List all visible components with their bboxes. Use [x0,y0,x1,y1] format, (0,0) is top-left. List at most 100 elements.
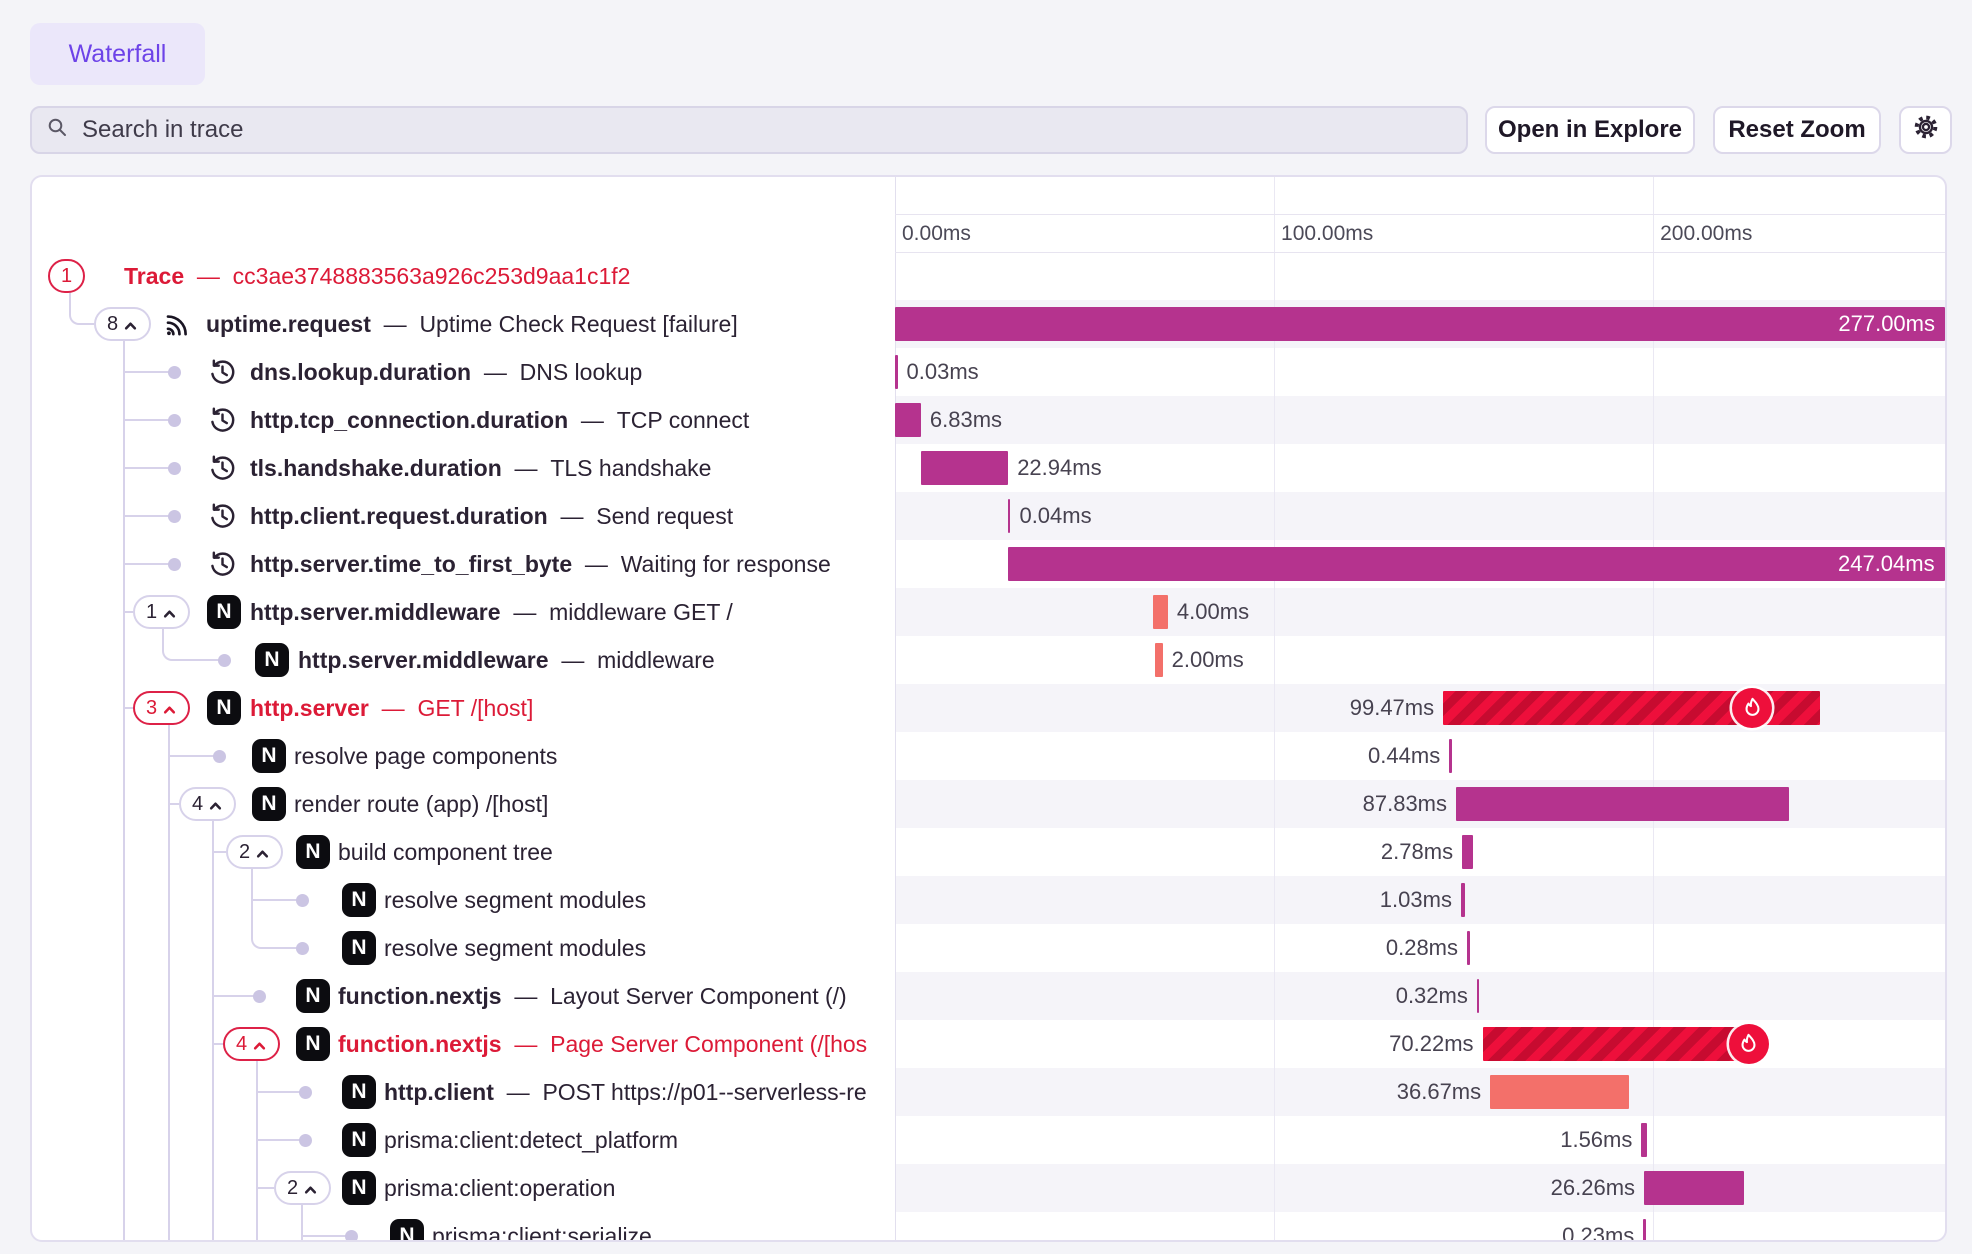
span-row-left[interactable]: Nhttp.server.middleware — middleware [32,636,908,684]
span-duration-bar[interactable] [1449,739,1452,773]
span-duration-bar[interactable] [1490,1075,1629,1109]
children-count-badge[interactable]: 1 [133,595,190,629]
profile-flame-icon[interactable] [1729,1024,1769,1064]
nextjs-icon: N [252,787,286,821]
children-count-badge[interactable]: 2 [226,835,283,869]
span-duration-bar[interactable]: 247.04ms [1008,547,1944,581]
span-row-left[interactable]: 4 Nfunction.nextjs — Page Server Compone… [32,1020,908,1068]
children-count-badge[interactable]: 4 [223,1027,280,1061]
span-title: resolve segment modules [384,876,646,924]
span-title: uptime.request — Uptime Check Request [f… [206,300,738,348]
span-row-left[interactable]: 2 Nprisma:client:operation [32,1164,908,1212]
span-row-left[interactable]: 1 Nhttp.server.middleware — middleware G… [32,588,908,636]
time-axis-tick-label: 0.00ms [902,217,971,251]
children-count: 3 [146,697,157,720]
span-row-left[interactable]: Nresolve page components [32,732,908,780]
span-duration-bar[interactable] [1641,1123,1647,1157]
span-duration-bar[interactable] [1644,1171,1744,1205]
span-duration-bar[interactable] [1462,835,1473,869]
duration-label: 26.26ms [1551,1164,1635,1212]
duration-label: 36.67ms [1397,1068,1481,1116]
clock-icon [207,549,238,585]
duration-label: 87.83ms [1363,780,1447,828]
duration-label: 70.22ms [1389,1020,1473,1068]
chevron-up-icon [208,798,223,813]
nextjs-icon: N [342,1123,376,1157]
span-duration-bar[interactable] [1467,931,1470,965]
tab-waterfall-label: Waterfall [69,40,167,69]
nextjs-icon: N [296,979,330,1013]
span-title: build component tree [338,828,553,876]
span-row-left[interactable]: dns.lookup.duration — DNS lookup [32,348,908,396]
span-row-left[interactable]: 4 Nrender route (app) /[host] [32,780,908,828]
row-alt-background [895,588,1945,636]
span-row-left[interactable]: Nprisma:client:detect_platform [32,1116,908,1164]
search-input[interactable] [80,115,1452,145]
span-duration-bar[interactable] [1643,1219,1646,1242]
span-row-left[interactable]: http.tcp_connection.duration — TCP conne… [32,396,908,444]
span-duration-bar[interactable] [1155,643,1163,677]
children-count-badge[interactable]: 2 [274,1171,331,1205]
span-duration-bar[interactable] [1483,1027,1749,1061]
span-title: prisma:client:operation [384,1164,615,1212]
header-divider-line [895,214,1945,215]
chevron-up-icon [303,1182,318,1197]
span-title: resolve segment modules [384,924,646,972]
span-row-left[interactable]: http.client.request.duration — Send requ… [32,492,908,540]
children-count: 1 [146,601,157,624]
nextjs-icon: N [296,835,330,869]
settings-button[interactable] [1899,106,1952,154]
span-duration-bar[interactable] [1461,883,1465,917]
children-count: 4 [192,793,203,816]
span-title: function.nextjs — Page Server Component … [338,1020,867,1068]
children-count-badge[interactable]: 1 [48,259,85,293]
open-in-explore-button[interactable]: Open in Explore [1485,106,1695,154]
span-row-left[interactable]: 1Trace — cc3ae3748883563a926c253d9aa1c1f… [32,252,908,300]
span-title: prisma:client:detect_platform [384,1116,678,1164]
reset-zoom-label: Reset Zoom [1728,116,1865,144]
chevron-up-icon [162,702,177,717]
nextjs-icon: N [342,931,376,965]
span-row-left[interactable]: 3 Nhttp.server — GET /[host] [32,684,908,732]
span-title: resolve page components [294,732,557,780]
search-bar[interactable] [30,106,1468,154]
children-count: 1 [61,265,72,288]
open-in-explore-label: Open in Explore [1498,116,1682,144]
span-title: http.server.time_to_first_byte — Waiting… [250,540,831,588]
span-duration-bar[interactable] [1153,595,1168,629]
time-axis-tick-label: 100.00ms [1281,217,1373,251]
span-row-left[interactable]: Nresolve segment modules [32,876,908,924]
children-count-badge[interactable]: 3 [133,691,190,725]
duration-label: 0.28ms [1386,924,1458,972]
uptime-icon [162,308,194,345]
tab-waterfall[interactable]: Waterfall [30,23,205,85]
nextjs-icon: N [342,1075,376,1109]
duration-label: 6.83ms [930,396,1002,444]
duration-label: 4.00ms [1177,588,1249,636]
clock-icon [207,357,238,393]
span-row-left[interactable]: 8 uptime.request — Uptime Check Request … [32,300,908,348]
span-title: http.client — POST https://p01--serverle… [384,1068,867,1116]
span-row-left[interactable]: Nresolve segment modules [32,924,908,972]
trace-waterfall-panel: 0.00ms100.00ms200.00ms1Trace — cc3ae3748… [30,175,1947,1242]
span-row-left[interactable]: http.server.time_to_first_byte — Waiting… [32,540,908,588]
span-duration-bar[interactable] [921,451,1008,485]
children-count-badge[interactable]: 4 [179,787,236,821]
reset-zoom-button[interactable]: Reset Zoom [1713,106,1881,154]
span-row-left[interactable]: Nfunction.nextjs — Layout Server Compone… [32,972,908,1020]
span-duration-bar[interactable] [1456,787,1789,821]
trace-waterfall-page: { "tab": { "label": "Waterfall" }, "tool… [0,0,1972,1254]
span-row-left[interactable]: Nhttp.client — POST https://p01--serverl… [32,1068,908,1116]
chevron-up-icon [162,606,177,621]
span-row-left[interactable]: tls.handshake.duration — TLS handshake [32,444,908,492]
nextjs-icon: N [252,739,286,773]
children-count-badge[interactable]: 8 [94,307,151,341]
nextjs-icon: N [296,1027,330,1061]
span-duration-bar[interactable]: 277.00ms [895,307,1945,341]
span-title: tls.handshake.duration — TLS handshake [250,444,711,492]
span-row-left[interactable]: 2 Nbuild component tree [32,828,908,876]
span-row-left[interactable]: Nprisma:client:serialize [32,1212,908,1242]
span-duration-bar[interactable] [1477,979,1480,1013]
nextjs-icon: N [207,691,241,725]
duration-label: 1.56ms [1560,1116,1632,1164]
